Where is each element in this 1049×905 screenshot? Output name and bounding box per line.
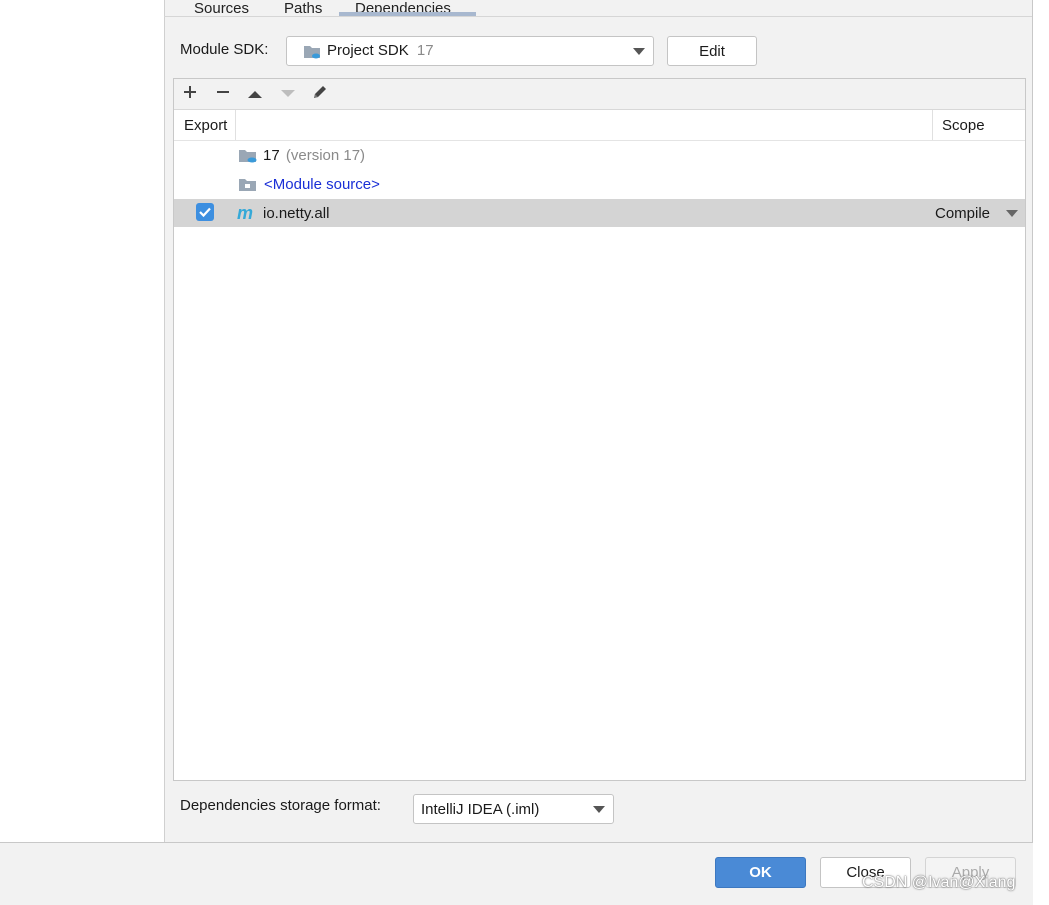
table-row[interactable]: 17 (version 17) (174, 142, 1025, 170)
column-separator (235, 110, 236, 140)
dependency-name: <Module source> (264, 176, 380, 193)
module-sdk-value: Project SDK (327, 42, 409, 59)
sdk-folder-icon (303, 44, 321, 60)
chevron-down-icon (593, 806, 605, 813)
tab-paths[interactable]: Paths (284, 0, 322, 16)
jdk-folder-icon (238, 148, 258, 168)
pencil-icon (311, 83, 329, 105)
storage-format-dropdown[interactable]: IntelliJ IDEA (.iml) (413, 794, 614, 824)
dependencies-toolbar (174, 79, 1025, 110)
storage-format-label: Dependencies storage format: (180, 797, 381, 814)
add-dependency-button[interactable] (179, 84, 201, 104)
export-column-header[interactable]: Export (184, 117, 227, 134)
module-source-folder-icon (238, 177, 258, 197)
edit-sdk-button[interactable]: Edit (667, 36, 757, 66)
dependency-name: io.netty.all (263, 205, 330, 222)
tab-sources[interactable]: Sources (194, 0, 249, 16)
edit-dependency-button[interactable] (309, 84, 331, 104)
dependency-name: 17 (263, 147, 280, 164)
remove-dependency-button[interactable] (212, 84, 234, 104)
checkmark-icon (199, 207, 211, 218)
triangle-up-icon (247, 86, 263, 103)
plus-icon (183, 85, 197, 103)
tabs-divider (164, 16, 1033, 17)
table-row[interactable]: <Module source> (174, 171, 1025, 199)
left-navigation-panel (0, 0, 165, 842)
scope-column-header[interactable]: Scope (942, 117, 985, 134)
chevron-down-icon (633, 48, 645, 55)
minus-icon (216, 85, 230, 103)
footer-divider (0, 842, 1033, 843)
move-down-button[interactable] (277, 84, 299, 104)
scope-dropdown[interactable]: Compile (935, 199, 1025, 227)
move-up-button[interactable] (244, 84, 266, 104)
module-sdk-dropdown[interactable]: Project SDK 17 (286, 36, 654, 66)
watermark-text: CSDN @Ivan@Xiang (862, 874, 1016, 891)
table-header (174, 110, 1025, 141)
scope-value: Compile (935, 205, 991, 222)
storage-format-value: IntelliJ IDEA (.iml) (421, 801, 540, 818)
column-separator (932, 110, 933, 140)
window-outside-area (1033, 0, 1049, 905)
triangle-down-icon (280, 86, 296, 103)
module-sdk-version: 17 (416, 42, 434, 59)
ok-button[interactable]: OK (715, 857, 806, 888)
dependency-version: (version 17) (285, 147, 366, 164)
export-checkbox[interactable] (196, 203, 214, 221)
module-sdk-label: Module SDK: (180, 41, 269, 58)
chevron-down-icon (1006, 210, 1018, 217)
maven-library-icon: m (237, 203, 254, 223)
